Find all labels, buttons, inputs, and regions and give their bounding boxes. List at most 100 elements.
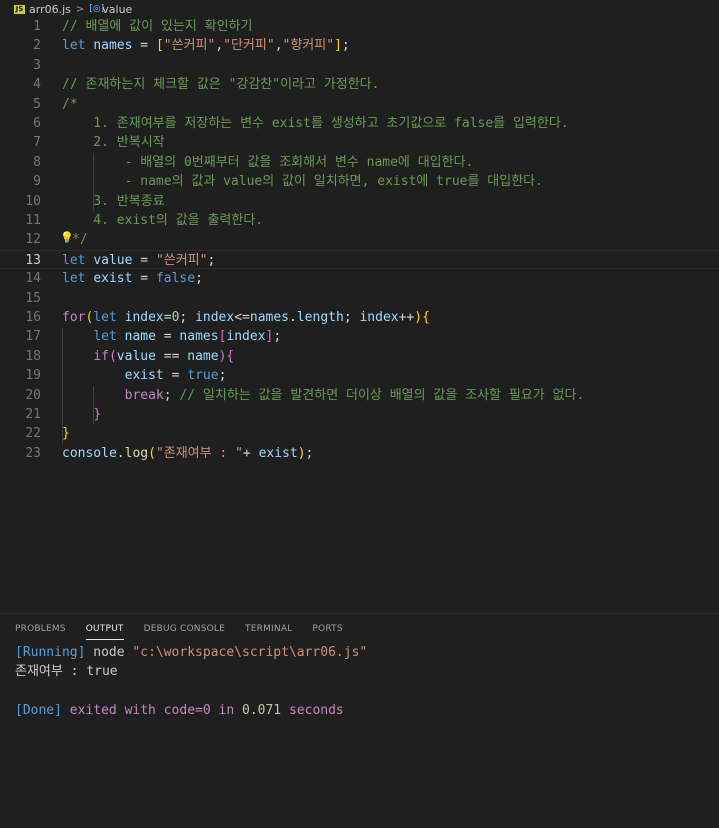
code-line[interactable]: 15 <box>0 289 719 308</box>
code-line[interactable]: 11 4. exist의 값을 출력한다. <box>0 211 719 230</box>
code-line[interactable]: 18 if(value == name){ <box>0 347 719 366</box>
line-number: 20 <box>25 387 41 403</box>
code-token: let <box>62 252 86 268</box>
code-line[interactable]: 5 /* <box>0 95 719 114</box>
code-token: . <box>289 310 297 325</box>
code-text: 1. 존재여부를 저장하는 변수 exist를 생성하고 초기값으로 false… <box>62 114 568 133</box>
code-text: 3. 반복종료 <box>62 192 165 211</box>
code-line[interactable]: 17 let name = names[index]; <box>0 327 719 346</box>
code-token: let <box>93 310 117 325</box>
code-editor[interactable]: 1// 배열에 값이 있는지 확인하기 2 let names = ["쓴커피","… <box>0 17 719 613</box>
tab-problems[interactable]: PROBLEMS <box>15 614 66 644</box>
code-line[interactable]: 10 3. 반복종료 <box>0 192 719 211</box>
code-token: index <box>359 310 399 325</box>
code-token: "존재여부 : " <box>155 445 243 461</box>
variable-symbol-icon: [◎] <box>89 4 105 14</box>
done-time: 0.071 <box>242 703 282 718</box>
code-token: ] <box>334 38 342 54</box>
code-token: let <box>62 38 86 54</box>
code-token: length <box>296 310 344 325</box>
code-token: if <box>93 348 109 364</box>
code-text: let exist = false; <box>62 269 203 288</box>
code-token: // 존재하는지 체크할 값은 "강감찬"이라고 가정한다. <box>62 77 380 93</box>
code-token: [ <box>155 38 164 54</box>
code-token: let <box>93 329 117 345</box>
code-text: let value = "쓴커피"; <box>62 251 215 270</box>
code-line[interactable]: 14 let exist = false; <box>0 269 719 288</box>
line-number: 22 <box>25 426 41 442</box>
code-line[interactable]: 6 1. 존재여부를 저장하는 변수 exist를 생성하고 초기값으로 fal… <box>0 114 719 133</box>
code-line[interactable]: 1 // 배열에 값이 있는지 확인하기 <box>0 17 719 36</box>
line-number: 12 <box>25 232 41 248</box>
line-number: 9 <box>33 174 41 190</box>
line-number: 16 <box>25 310 41 325</box>
code-token: exist <box>124 368 164 384</box>
code-token: */ <box>72 232 88 248</box>
code-token: = <box>163 368 188 384</box>
breadcrumb: JS arr06.js > [◎] value <box>0 0 719 18</box>
done-seconds: seconds <box>281 703 344 718</box>
code-line[interactable]: 16 for(let index=0; index<=names.length; … <box>0 308 719 327</box>
code-token: let <box>62 271 86 287</box>
tab-debug-console[interactable]: DEBUG CONSOLE <box>144 614 225 644</box>
code-line[interactable]: 9 - name의 값과 value의 값이 일치하면, exist에 true… <box>0 172 719 191</box>
code-token: /* <box>62 96 78 112</box>
code-token: { <box>422 310 430 325</box>
code-line[interactable]: 21 } <box>0 405 719 424</box>
code-token: ; <box>305 445 314 461</box>
code-text: for(let index=0; index<=names.length; in… <box>62 308 430 327</box>
line-number: 2 <box>33 38 41 54</box>
js-file-icon: JS <box>14 4 25 14</box>
code-token: // 일치하는 값을 발견하면 더이상 배열의 값을 조사할 필요가 없다. <box>179 387 585 403</box>
code-token: ; <box>341 38 350 54</box>
code-token: name <box>124 329 156 345</box>
code-line[interactable]: 20 break; // 일치하는 값을 발견하면 더이상 배열의 값을 조사할… <box>0 386 719 405</box>
code-line[interactable]: 19 exist = true; <box>0 366 719 385</box>
code-text: if(value == name){ <box>62 347 234 366</box>
code-line[interactable]: 23 console.log("존재여부 : "+ exist); <box>0 444 719 463</box>
tab-output[interactable]: OUTPUT <box>85 614 124 644</box>
code-token: = <box>132 271 156 287</box>
breadcrumb-file[interactable]: arr06.js <box>29 3 71 16</box>
code-token: console <box>62 445 117 461</box>
line-number: 6 <box>33 116 41 131</box>
code-text: } <box>62 405 101 424</box>
code-line[interactable]: 2 let names = ["쓴커피","단커피","향커피"]; <box>0 36 719 55</box>
tab-terminal[interactable]: TERMINAL <box>245 614 292 644</box>
tab-ports[interactable]: PORTS <box>312 614 342 644</box>
code-line[interactable]: 8 - 배열의 0번째부터 값을 조회해서 변수 name에 대입한다. <box>0 153 719 172</box>
code-token: index <box>195 310 235 325</box>
code-token: ; <box>273 329 282 345</box>
code-token: names <box>249 310 290 325</box>
code-line[interactable]: 22} <box>0 424 719 443</box>
code-text: 4. exist의 값을 출력한다. <box>62 211 263 230</box>
breadcrumb-symbol[interactable]: value <box>102 3 132 16</box>
code-token: = <box>132 252 156 268</box>
code-token: 3. 반복종료 <box>62 193 165 209</box>
code-line[interactable]: 7 2. 반복시작 <box>0 133 719 152</box>
panel-tabs: PROBLEMS OUTPUT DEBUG CONSOLE TERMINAL P… <box>0 614 719 644</box>
code-token: "쓴커피" <box>155 252 208 268</box>
code-line[interactable]: 13 let value = "쓴커피"; <box>0 249 719 270</box>
code-token: . <box>116 445 125 461</box>
code-token: names <box>179 329 219 345</box>
code-token: } <box>62 426 70 442</box>
code-token: = <box>163 310 172 325</box>
code-text: exist = true; <box>62 366 227 385</box>
code-text: // 배열에 값이 있는지 확인하기 <box>62 17 252 36</box>
lightbulb-icon[interactable]: 💡 <box>60 228 74 247</box>
line-number: 15 <box>25 290 41 306</box>
code-line[interactable]: 12 */💡 <box>0 230 719 249</box>
code-text: /* <box>62 95 78 114</box>
code-line[interactable]: 4 // 존재하는지 체크할 값은 "강감찬"이라고 가정한다. <box>0 75 719 94</box>
line-number: 13 <box>25 252 41 268</box>
code-line[interactable]: 3 <box>0 56 719 75</box>
code-text: let names = ["쓴커피","단커피","향커피"]; <box>62 36 350 55</box>
code-token: false <box>155 271 196 287</box>
running-tag: [Running] <box>15 645 86 660</box>
code-token: exist <box>93 271 133 287</box>
